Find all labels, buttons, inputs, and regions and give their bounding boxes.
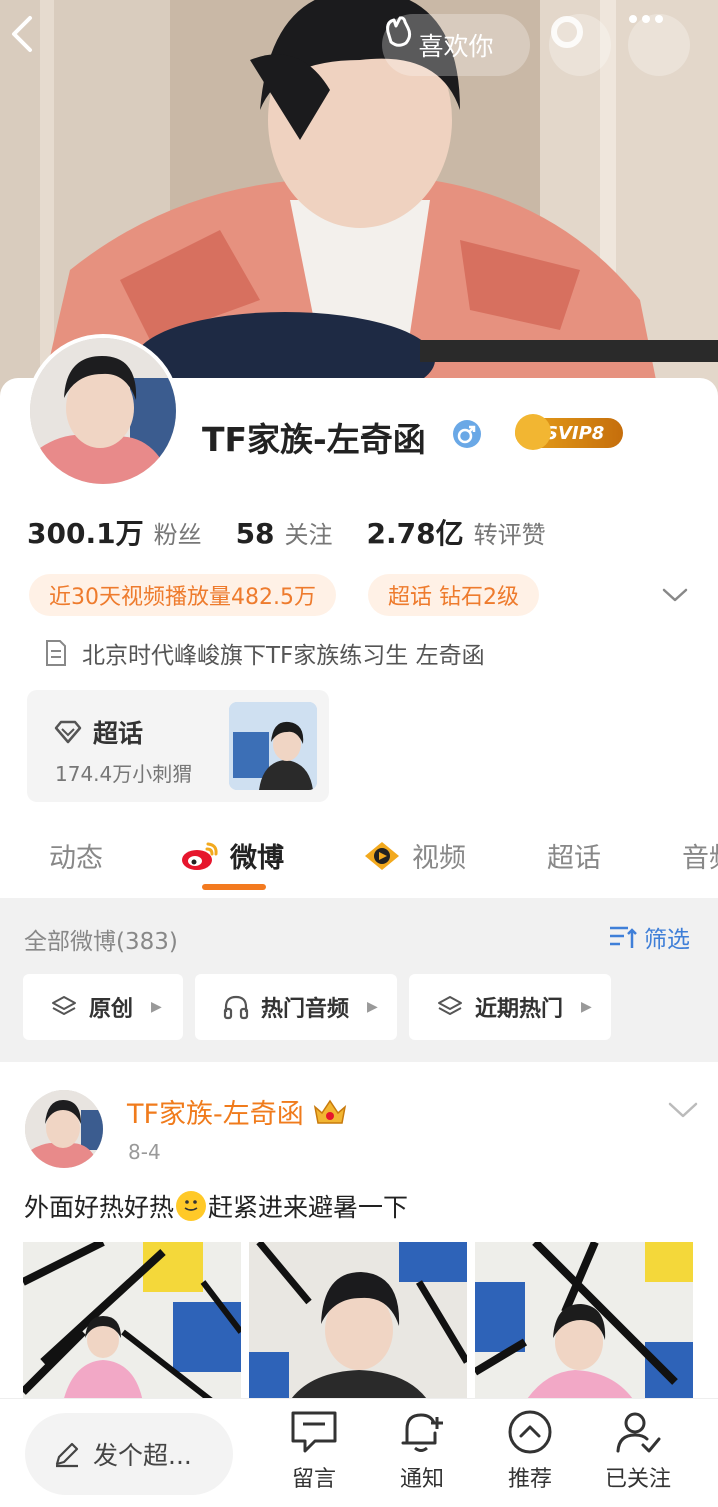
tab-audio[interactable]: 音频 <box>682 836 718 875</box>
engagement-label[interactable]: 转评赞 <box>474 515 546 550</box>
following-count[interactable]: 58 <box>236 517 275 550</box>
diamond-icon <box>54 720 82 744</box>
chip-arrow-icon: ▶ <box>581 999 592 1015</box>
bell-icon <box>401 1413 443 1452</box>
post-photo[interactable] <box>23 1242 241 1402</box>
tab-video-label: 视频 <box>412 843 466 874</box>
back-button[interactable] <box>8 14 68 76</box>
tab-audio-label: 音频 <box>682 843 718 874</box>
post-date: 8-4 <box>128 1140 161 1164</box>
nav-recommend[interactable]: 推荐 <box>490 1409 570 1493</box>
clap-icon <box>386 16 412 47</box>
profile-stats: 300.1万 粉丝 58 关注 2.78亿 转评赞 <box>27 512 580 552</box>
compose-label: 发个超... <box>93 1441 192 1470</box>
video-views-tag[interactable]: 近30天视频播放量482.5万 <box>29 574 336 616</box>
nav-notify-label: 通知 <box>399 1467 444 1492</box>
post-text-after: 赶紧进来避暑一下 <box>208 1193 409 1222</box>
following-label[interactable]: 关注 <box>285 515 333 550</box>
chip-arrow-icon: ▶ <box>367 999 378 1015</box>
melting-face-emoji-icon <box>176 1191 207 1221</box>
followers-count[interactable]: 300.1万 <box>27 512 144 552</box>
document-icon <box>46 640 66 666</box>
profile-name: TF家族-左奇函 <box>202 420 426 459</box>
like-you-button[interactable]: 喜欢你 <box>382 14 530 76</box>
followers-label[interactable]: 粉丝 <box>154 515 202 550</box>
bottom-bar: 发个超... 留言 通知 推荐 已关注 <box>0 1398 718 1507</box>
tab-dongtai-label: 动态 <box>49 843 103 874</box>
chip-arrow-icon: ▶ <box>151 999 162 1015</box>
more-icon <box>629 15 663 23</box>
post-author-name: TF家族-左奇函 <box>127 1099 304 1130</box>
hot-audio-chip-label: 热门音频 <box>261 997 350 1022</box>
tab-weibo-label: 微博 <box>230 843 284 874</box>
chevron-up-circle-icon <box>508 1410 552 1454</box>
chaohua-title: 超话 <box>93 719 144 748</box>
circle-icon <box>551 16 583 48</box>
tab-weibo[interactable]: 微博 <box>180 836 284 875</box>
post-text: 外面好热好热 赶紧进来避暑一下 <box>24 1188 408 1224</box>
headphones-icon <box>223 995 249 1020</box>
tab-chaohua-label: 超话 <box>547 843 601 874</box>
svip-badge[interactable]: SVIP8 <box>515 414 623 450</box>
tab-chaohua[interactable]: 超话 <box>547 836 601 875</box>
post-author[interactable]: TF家族-左奇函 <box>127 1092 348 1131</box>
nav-recommend-label: 推荐 <box>507 1467 552 1492</box>
post-author-avatar[interactable] <box>25 1090 103 1168</box>
crown-icon <box>515 414 551 450</box>
bio-text: 北京时代峰峻旗下TF家族练习生 左奇函 <box>82 643 485 669</box>
filter-label: 筛选 <box>644 927 690 953</box>
more-button[interactable] <box>628 14 690 76</box>
tab-dongtai[interactable]: 动态 <box>49 836 103 875</box>
nav-message[interactable]: 留言 <box>274 1409 354 1493</box>
hot-audio-filter-chip[interactable]: 热门音频 ▶ <box>195 974 397 1040</box>
post-photo[interactable] <box>249 1242 467 1402</box>
chaohua-level-tag[interactable]: 超话 钻石2级 <box>368 574 539 616</box>
recent-hot-chip-label: 近期热门 <box>475 997 564 1022</box>
svip-label: SVIP8 <box>545 422 605 444</box>
layers-icon <box>52 996 76 1015</box>
layers-icon <box>438 996 462 1015</box>
original-filter-chip[interactable]: 原创 ▶ <box>23 974 183 1040</box>
avatar-image <box>30 338 176 484</box>
weibo-logo-icon <box>182 842 218 870</box>
nav-notify[interactable]: 通知 <box>382 1409 462 1493</box>
expand-chevron-icon[interactable] <box>660 580 690 610</box>
post-options-chevron-icon[interactable] <box>666 1096 700 1122</box>
nav-message-label: 留言 <box>291 1467 336 1492</box>
profile-tabs: 动态 微博 视频 超话 音频 <box>0 820 718 898</box>
profile-avatar[interactable] <box>26 334 180 488</box>
post-text-before: 外面好热好热 <box>24 1193 175 1222</box>
chaohua-members: 174.4万小刺猬 <box>55 762 193 786</box>
filter-icon <box>610 926 637 948</box>
back-icon <box>12 16 32 52</box>
nav-followed[interactable]: 已关注 <box>598 1409 678 1493</box>
message-icon <box>291 1411 337 1453</box>
user-check-icon <box>616 1412 661 1453</box>
video-icon <box>365 841 399 870</box>
chaohua-thumbnail <box>229 702 317 790</box>
feed-filter-area: 全部微博(383) 筛选 原创 ▶ 热门音频 ▶ 近期热门 ▶ <box>0 898 718 1062</box>
pencil-icon <box>55 1442 79 1468</box>
all-posts-count: 全部微博(383) <box>24 929 178 955</box>
like-you-label: 喜欢你 <box>418 32 494 61</box>
recent-hot-filter-chip[interactable]: 近期热门 ▶ <box>409 974 611 1040</box>
crown-icon <box>313 1099 346 1124</box>
male-icon <box>453 420 481 448</box>
circle-button[interactable] <box>549 14 611 76</box>
profile-bio: 北京时代峰峻旗下TF家族练习生 左奇函 <box>44 636 485 670</box>
engagement-count[interactable]: 2.78亿 <box>367 512 464 552</box>
compose-button[interactable]: 发个超... <box>25 1413 233 1495</box>
nav-followed-label: 已关注 <box>604 1467 671 1492</box>
tab-video[interactable]: 视频 <box>362 836 466 875</box>
active-tab-indicator <box>202 884 266 890</box>
chaohua-card[interactable]: 超话 174.4万小刺猬 <box>27 690 329 802</box>
filter-button[interactable]: 筛选 <box>608 920 690 954</box>
original-chip-label: 原创 <box>89 997 134 1022</box>
post-photo[interactable] <box>475 1242 693 1402</box>
